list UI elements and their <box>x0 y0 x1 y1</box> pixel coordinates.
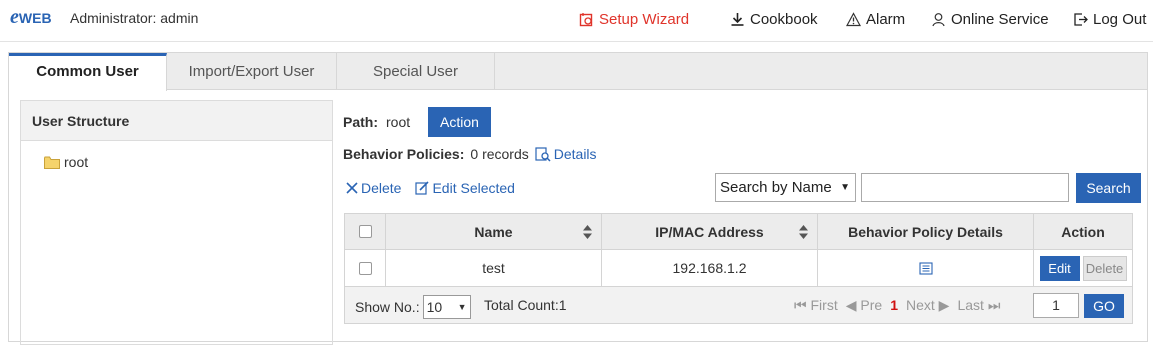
list-details-icon[interactable] <box>918 261 933 275</box>
delete-button[interactable]: Delete <box>1082 255 1127 281</box>
column-ip-mac[interactable]: IP/MAC Address <box>602 214 818 249</box>
select-all-checkbox[interactable] <box>358 225 372 238</box>
last-page-link[interactable]: Last ⏭ <box>957 297 1000 314</box>
delete-link[interactable]: Delete <box>346 180 401 196</box>
pagination-bar: Show No.: 10 ▼ Total Count:1 ⏮ First ◀ P… <box>345 287 1132 323</box>
edit-selected-link[interactable]: Edit Selected <box>415 180 515 196</box>
warning-icon <box>846 12 861 27</box>
edit-button[interactable]: Edit <box>1039 255 1080 281</box>
details-link[interactable]: Details <box>535 146 597 162</box>
admin-label: Administrator: admin <box>70 10 199 26</box>
logout-icon <box>1074 13 1088 26</box>
main-panel: Common User Import/Export User Special U… <box>8 52 1148 345</box>
logout-link[interactable]: Log Out <box>1073 11 1146 28</box>
go-button[interactable]: GO <box>1084 294 1124 318</box>
current-page: 1 <box>890 297 898 313</box>
user-table: Name IP/MAC Address Behavior Policy Deta… <box>344 213 1133 324</box>
dropdown-arrow-icon: ▼ <box>840 182 850 193</box>
page-size-control: Show No.: 10 ▼ <box>355 295 471 319</box>
column-name[interactable]: Name <box>386 214 602 249</box>
eweb-logo: eWEB <box>10 6 52 28</box>
sort-icon <box>799 225 808 239</box>
search-input[interactable] <box>861 173 1069 202</box>
behavior-policies-row: Behavior Policies: 0 records Details <box>343 146 597 162</box>
prev-page-icon: ◀ <box>845 297 857 313</box>
table-header: Name IP/MAC Address Behavior Policy Deta… <box>345 214 1132 250</box>
column-action: Action <box>1061 223 1105 240</box>
user-structure-panel: User Structure root <box>20 100 333 345</box>
next-page-link[interactable]: Next ▶ <box>906 297 949 314</box>
total-count: Total Count:1 <box>484 297 567 313</box>
tab-common-user[interactable]: Common User <box>9 53 167 91</box>
table-row: test 192.168.1.2 Edit Delete <box>345 250 1132 287</box>
tab-import-export-user[interactable]: Import/Export User <box>167 53 337 90</box>
user-structure-title: User Structure <box>21 101 332 141</box>
close-icon <box>346 182 358 194</box>
setup-wizard-link[interactable]: Setup Wizard <box>579 11 689 28</box>
alarm-link[interactable]: Alarm <box>846 11 905 28</box>
cookbook-link[interactable]: Cookbook <box>730 11 818 28</box>
user-list-area: Path: root Action Behavior Policies: 0 r… <box>343 100 1141 340</box>
page-size-select[interactable]: 10 ▼ <box>422 295 471 319</box>
page-number-input[interactable]: 1 <box>1033 293 1079 318</box>
wizard-icon <box>579 13 593 27</box>
behavior-policies-count: 0 records <box>470 146 529 162</box>
cell-action: Edit Delete <box>1034 250 1132 286</box>
dropdown-arrow-icon: ▼ <box>457 302 467 312</box>
search-button[interactable]: Search <box>1076 173 1141 203</box>
cell-policy-details <box>818 250 1034 286</box>
tab-special-user[interactable]: Special User <box>337 53 495 90</box>
first-page-icon: ⏮ <box>794 297 807 313</box>
path-value: root <box>386 114 411 130</box>
operations-row: Delete Edit Selected <box>346 180 515 196</box>
header-checkbox-cell <box>345 214 386 249</box>
top-bar: eWEB Administrator: admin Setup Wizard C… <box>0 0 1153 42</box>
row-checkbox[interactable] <box>358 261 372 275</box>
search-document-icon <box>535 146 551 162</box>
search-mode-select[interactable]: Search by Name ▼ <box>715 173 856 202</box>
row-checkbox-cell <box>345 250 386 286</box>
prev-page-link[interactable]: ◀ Pre <box>846 297 882 314</box>
first-page-link[interactable]: ⏮ First <box>794 297 838 314</box>
behavior-policies-label: Behavior Policies: <box>343 146 465 162</box>
tab-bar: Common User Import/Export User Special U… <box>9 53 1147 91</box>
column-policy-details: Behavior Policy Details <box>818 214 1034 249</box>
online-service-link[interactable]: Online Service <box>931 11 1049 28</box>
user-icon <box>932 13 945 27</box>
page-navigation: ⏮ First ◀ Pre 1 Next ▶ Last ⏭ <box>794 297 1000 314</box>
edit-icon <box>415 181 430 195</box>
sort-icon <box>583 225 592 239</box>
download-icon <box>731 13 744 26</box>
path-row: Path: root <box>343 107 410 137</box>
folder-icon <box>44 156 60 169</box>
tree-node-root[interactable]: root <box>44 154 88 170</box>
next-page-icon: ▶ <box>938 297 950 313</box>
last-page-icon: ⏭ <box>987 297 1001 313</box>
path-label: Path: <box>343 114 378 130</box>
cell-name: test <box>386 250 602 286</box>
cell-ip: 192.168.1.2 <box>602 250 818 286</box>
action-button[interactable]: Action <box>428 107 491 137</box>
